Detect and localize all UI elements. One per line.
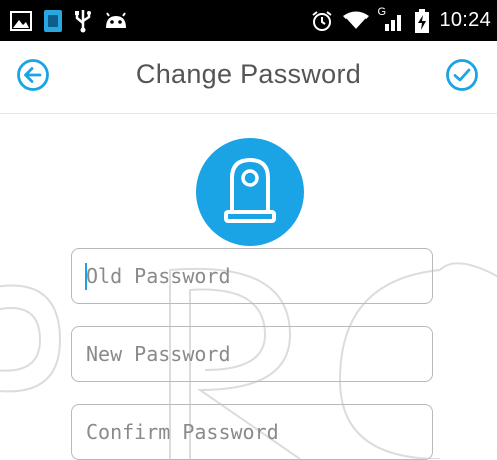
old-password-field[interactable] (71, 248, 433, 304)
camera-device-icon (224, 158, 276, 223)
sim-app-icon (44, 9, 62, 32)
app-header: Change Password (0, 41, 497, 114)
alarm-icon (311, 10, 333, 32)
new-password-field[interactable] (71, 326, 433, 382)
android-icon (104, 11, 128, 30)
signal-indicator: G (377, 6, 405, 32)
battery-charging-icon (415, 8, 430, 33)
wifi-icon (343, 11, 370, 31)
gallery-icon (10, 10, 32, 31)
device-avatar (196, 138, 304, 246)
text-cursor (85, 263, 87, 290)
confirm-password-field[interactable] (71, 404, 433, 460)
status-time: 10:24 (439, 9, 491, 31)
network-type-label: G (377, 5, 386, 18)
check-circle-icon (446, 59, 478, 91)
page-title: Change Password (135, 59, 362, 89)
confirm-button[interactable] (445, 58, 479, 92)
usb-icon (74, 9, 92, 33)
status-bar: G 10:24 (0, 0, 497, 41)
